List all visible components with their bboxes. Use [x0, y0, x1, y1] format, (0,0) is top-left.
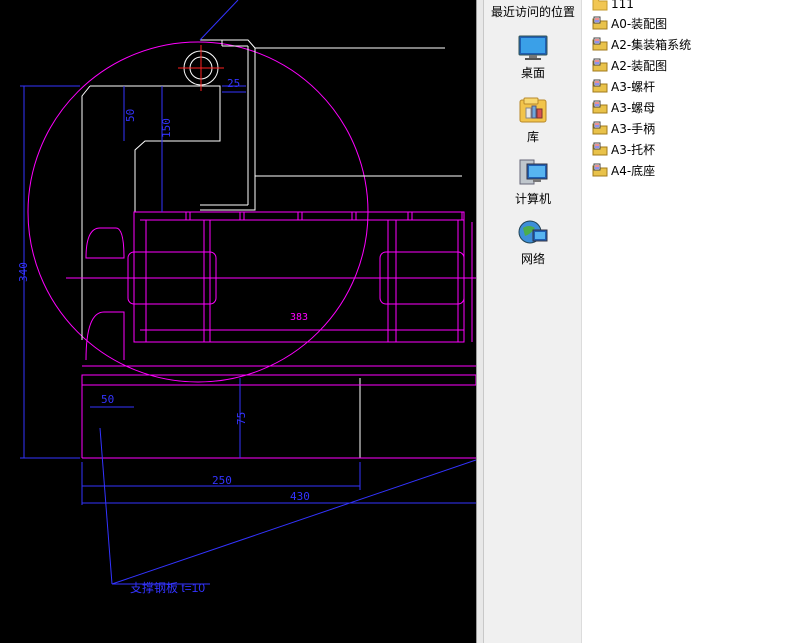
cad-drawing: 340 50 150 25 50 75 250 430 支撑钢板 t=10 38… [17, 0, 476, 595]
cad-file-icon [592, 100, 608, 114]
places-recent[interactable]: 最近访问的位置 [484, 3, 582, 20]
cad-file-icon [592, 121, 608, 135]
file-name: A2-集装箱系统 [611, 37, 692, 52]
computer-icon [519, 159, 548, 185]
file-name: A4-底座 [611, 163, 656, 178]
file-list: 111 A0-装配图 A2-集装箱系统 A2-装配图 A3-螺杆 A3-螺母 A… [590, 0, 787, 643]
pane-splitter[interactable] [476, 0, 484, 643]
place-library[interactable]: 库 [484, 96, 582, 145]
dim-340: 340 [17, 262, 30, 282]
dim-150: 150 [160, 118, 173, 138]
support-plate-annotation: 支撑钢板 t=10 [130, 580, 205, 595]
dim-75: 75 [235, 412, 248, 425]
list-item[interactable]: A0-装配图 [592, 13, 667, 33]
cad-file-icon [592, 58, 608, 72]
dim-383: 383 [290, 312, 308, 323]
dim-430: 430 [290, 490, 310, 503]
file-name: A3-螺杆 [611, 79, 656, 94]
network-icon [518, 220, 548, 244]
list-item[interactable]: A2-装配图 [592, 55, 667, 75]
list-item[interactable]: A4-底座 [592, 160, 655, 180]
place-library-label: 库 [526, 130, 539, 144]
place-computer[interactable]: 计算机 [484, 158, 582, 207]
pivot-circle [178, 45, 224, 91]
list-item[interactable]: 111 [592, 0, 634, 14]
library-icon [519, 97, 547, 123]
place-network-label: 网络 [520, 252, 545, 266]
dim-250: 250 [212, 474, 232, 487]
cad-file-icon [592, 37, 608, 51]
list-item[interactable]: A3-手柄 [592, 118, 655, 138]
file-name: A3-托杯 [611, 142, 656, 157]
folder-icon [592, 0, 608, 11]
place-desktop[interactable]: 桌面 [484, 34, 582, 81]
place-computer-label: 计算机 [514, 192, 551, 206]
cad-file-icon [592, 79, 608, 93]
list-item[interactable]: A3-螺杆 [592, 76, 655, 96]
list-item[interactable]: A3-托杯 [592, 139, 655, 159]
dim-25: 25 [227, 77, 240, 90]
file-name: A3-螺母 [611, 100, 656, 115]
cad-file-icon [592, 16, 608, 30]
frame-geometry [66, 211, 476, 459]
file-name: A0-装配图 [611, 16, 668, 31]
desktop-icon [518, 35, 548, 60]
list-item[interactable]: A3-螺母 [592, 97, 655, 117]
file-name: A3-手柄 [611, 121, 656, 136]
dim-50-left: 50 [124, 109, 137, 122]
file-open-dialog: 最近访问的位置 桌面 库 计算机 网络 111 A0-装配图 A2-集装箱系统 … [484, 0, 787, 643]
place-desktop-label: 桌面 [520, 66, 545, 80]
dim-50-bottom: 50 [101, 393, 114, 406]
list-item[interactable]: A2-集装箱系统 [592, 34, 691, 54]
bolt-ticks [185, 212, 463, 220]
bracket-outline [81, 39, 462, 458]
cad-file-icon [592, 163, 608, 177]
file-name: 111 [611, 0, 634, 11]
file-name: A2-装配图 [611, 58, 668, 73]
cad-drawing-area[interactable]: 340 50 150 25 50 75 250 430 支撑钢板 t=10 38… [0, 0, 476, 643]
cad-file-icon [592, 142, 608, 156]
places-bar: 最近访问的位置 桌面 库 计算机 网络 [484, 0, 582, 643]
place-network[interactable]: 网络 [484, 218, 582, 267]
